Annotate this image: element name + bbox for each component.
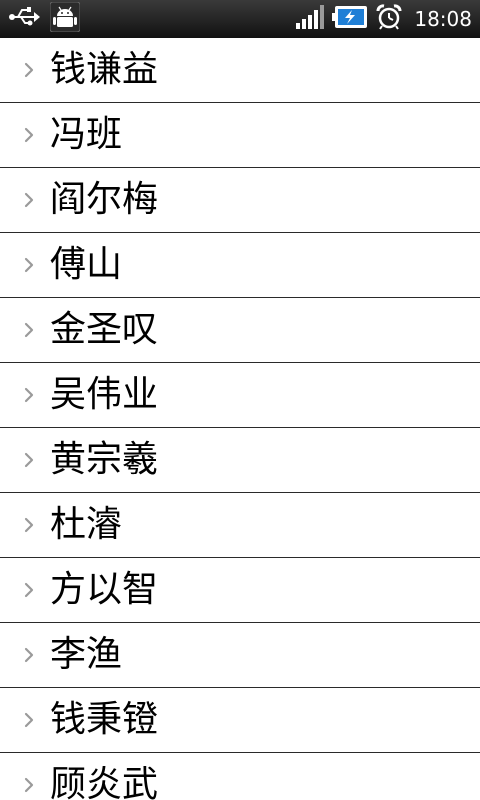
contact-name: 冯班 (50, 114, 123, 155)
list-item[interactable]: 钱秉镫 (0, 688, 480, 753)
contact-name: 金圣叹 (50, 309, 159, 350)
chevron-right-icon (22, 712, 36, 728)
system-tray[interactable]: 18:08 (296, 0, 472, 38)
chevron-right-icon (22, 322, 36, 338)
chevron-right-icon (22, 192, 36, 208)
list-item[interactable]: 黄宗羲 (0, 428, 480, 493)
signal-icon (296, 5, 325, 33)
chevron-right-icon (22, 62, 36, 78)
list-item[interactable]: 杜濬 (0, 493, 480, 558)
status-clock: 18:08 (414, 7, 472, 31)
chevron-right-icon (22, 582, 36, 598)
contact-name: 顾炎武 (50, 764, 159, 800)
chevron-right-icon (22, 777, 36, 793)
contact-name: 钱谦益 (50, 49, 159, 90)
chevron-right-icon (22, 452, 36, 468)
notification-area[interactable] (8, 0, 81, 38)
list-item[interactable]: 冯班 (0, 103, 480, 168)
contact-name: 黄宗羲 (50, 439, 159, 480)
contact-name: 吴伟业 (50, 374, 159, 415)
status-bar: 18:08 (0, 0, 480, 38)
list-item[interactable]: 钱谦益 (0, 38, 480, 103)
list-item[interactable]: 金圣叹 (0, 298, 480, 363)
contact-list[interactable]: 钱谦益冯班阎尔梅傅山金圣叹吴伟业黄宗羲杜濬方以智李渔钱秉镫顾炎武 (0, 38, 480, 800)
chevron-right-icon (22, 647, 36, 663)
contact-name: 李渔 (50, 634, 123, 675)
contact-name: 杜濬 (50, 504, 123, 545)
list-item[interactable]: 顾炎武 (0, 753, 480, 800)
list-item[interactable]: 方以智 (0, 558, 480, 623)
chevron-right-icon (22, 257, 36, 273)
list-item[interactable]: 傅山 (0, 233, 480, 298)
chevron-right-icon (22, 127, 36, 143)
contact-name: 钱秉镫 (50, 699, 159, 740)
list-item[interactable]: 阎尔梅 (0, 168, 480, 233)
android-debug-icon (49, 1, 81, 36)
battery-charging-icon (332, 5, 368, 33)
contact-name: 阎尔梅 (50, 179, 159, 220)
list-item[interactable]: 吴伟业 (0, 363, 480, 428)
usb-icon (8, 7, 40, 31)
list-item[interactable]: 李渔 (0, 623, 480, 688)
alarm-icon (376, 4, 402, 34)
chevron-right-icon (22, 387, 36, 403)
contact-name: 方以智 (50, 569, 159, 610)
chevron-right-icon (22, 517, 36, 533)
contact-name: 傅山 (50, 244, 123, 285)
